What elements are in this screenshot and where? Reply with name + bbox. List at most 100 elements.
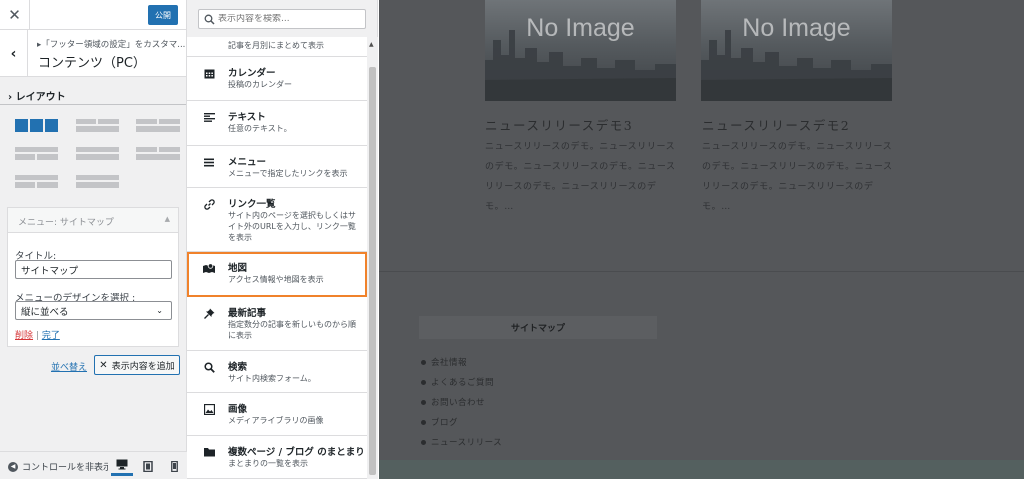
bullet-icon [421,399,426,405]
search-icon [204,14,215,25]
menu-widget-title: メニュー: サイトマップ [18,218,114,228]
title-input[interactable] [15,260,172,279]
delete-link[interactable]: 削除 [15,331,33,341]
menu-widget-panel: メニュー: サイトマップ ▲ タイトル: メニューのデザインを選択 : 縦に並べ… [7,207,179,347]
post-title[interactable]: ニュースリリースデモ2 [702,115,850,134]
widget-item-desc: 任意のテキスト。 [228,124,292,133]
widget-item-title: 検索 [228,362,248,373]
layout-option-top-bottom[interactable] [15,175,58,188]
widget-item-text[interactable]: テキスト 任意のテキスト。 [187,101,367,146]
hide-controls-label: コントロールを非表示 [22,463,108,473]
layout-option-2-col[interactable] [76,119,119,132]
pin-icon [203,307,215,319]
widget-search-input[interactable] [218,14,358,24]
text-icon [203,111,215,123]
publish-button[interactable]: 公開 [148,5,178,25]
preview-tablet-button[interactable] [137,456,159,476]
sitemap-list: 会社情報 よくあるご質問 お問い合わせ ブログ ニュースリリース [421,352,502,452]
widget-item-title: メニュー [228,157,267,168]
widget-item-image[interactable]: 画像 メディアライブラリの画像 [187,393,367,436]
preview-bottom-band [379,460,1024,479]
layout-option-wide-split[interactable] [136,119,180,132]
layout-option-rows[interactable] [76,147,119,160]
widget-item-search[interactable]: 検索 サイト内検索フォーム。 [187,351,367,393]
link-icon [203,198,215,210]
layout-option-stack[interactable] [15,147,58,160]
widget-item-archive[interactable]: 記事を月別にまとめて表示 [187,37,367,57]
widget-item-desc: 記事を月別にまとめて表示 [228,41,324,50]
menu-widget-header[interactable]: メニュー: サイトマップ ▲ [8,208,178,233]
widget-item-desc: サイト内のページを選択もしくはサイト外のURLを入力し、リンク一覧を表示 [228,211,356,242]
reorder-link[interactable]: 並べ替え [51,360,87,373]
close-customizer-button[interactable]: ✕ [0,0,30,30]
sitemap-link-label: よくあるご質問 [431,378,495,388]
widget-item-title: 複数ページ / ブログ のまとまり [228,447,365,458]
customizer-footer: ◀ コントロールを非表示 [0,451,187,479]
widget-item-desc: メニューで指定したリンクを表示 [228,169,348,178]
close-icon: ✕ [8,6,21,24]
post-excerpt: ニュースリリースのデモ。ニュースリリースのデモ。ニュースリリースのデモ。ニュース… [702,142,893,212]
widget-item-recent-posts[interactable]: 最新記事 指定数分の記事を新しいものから順に表示 [187,297,367,351]
post-thumbnail[interactable]: No Image [701,0,892,101]
menu-design-select[interactable]: 縦に並べる ⌄ [15,301,172,320]
divider [0,104,186,105]
bullet-icon [421,379,426,385]
sitemap-link[interactable]: お問い合わせ [421,392,502,412]
widget-item-page-list[interactable]: 複数ページ / ブログ のまとまり まとまりの一覧を表示 [187,436,367,479]
sitemap-link-label: お問い合わせ [431,398,486,408]
separator: | [35,331,39,341]
add-widget-label: 表示内容を追加 [111,361,175,372]
layout-option-wide-rows[interactable] [136,147,180,160]
footer-divider [379,271,1024,272]
sitemap-link[interactable]: ブログ [421,412,502,432]
bullet-icon [421,359,426,365]
done-link[interactable]: 完了 [42,331,60,341]
post-thumbnail[interactable]: No Image [485,0,676,101]
sitemap-link[interactable]: 会社情報 [421,352,502,372]
chevron-left-icon: ‹ [10,45,17,62]
scroll-up-arrow-icon[interactable]: ▲ [369,41,374,48]
widget-item-calendar[interactable]: カレンダー 投稿のカレンダー [187,57,367,101]
mobile-icon [170,460,178,472]
layout-option-3-col[interactable] [15,119,58,132]
map-icon [203,262,215,274]
menu-icon [203,156,215,168]
widget-item-title: 地図 [228,263,248,274]
add-widget-button[interactable]: ✕ 表示内容を追加 [94,355,180,375]
desktop-icon [116,459,128,470]
chevron-right-icon: › [8,92,13,103]
bullet-icon [421,419,426,425]
sitemap-link-label: 会社情報 [431,358,468,368]
back-button[interactable]: ‹ [0,30,28,77]
post-title[interactable]: ニュースリリースデモ3 [485,115,633,134]
widget-item-desc: 投稿のカレンダー [228,80,292,89]
widget-item-map[interactable]: 地図 アクセス情報や地図を表示 [187,252,367,297]
folder-icon [203,446,215,458]
section-header: ‹ ▸「フッター領域の設定」をカスタマ... コンテンツ（PC） [0,30,186,77]
widget-item-desc: 指定数分の記事を新しいものから順に表示 [228,320,356,340]
widget-item-menu[interactable]: メニュー メニューで指定したリンクを表示 [187,146,367,188]
preview-desktop-button[interactable] [111,456,133,476]
layout-option-single[interactable] [76,175,119,188]
widget-list: 記事を月別にまとめて表示 カレンダー 投稿のカレンダー テキスト 任意のテキスト… [187,37,367,479]
post-excerpt: ニュースリリースのデモ。ニュースリリースのデモ。ニュースリリースのデモ。ニュース… [485,142,676,212]
preview-mobile-button[interactable] [163,456,185,476]
sitemap-link[interactable]: ニュースリリース [421,432,502,452]
hide-controls-button[interactable]: ◀ コントロールを非表示 [8,460,108,473]
sitemap-link[interactable]: よくあるご質問 [421,372,502,392]
widget-item-desc: メディアライブラリの画像 [228,416,324,425]
scrollbar-thumb[interactable] [369,67,376,475]
widget-list-scrollbar[interactable]: ▲ [367,37,378,479]
collapse-arrow-icon[interactable]: ▲ [165,215,170,223]
search-icon [203,361,215,373]
widget-search-box[interactable] [198,9,366,29]
widget-actions: 削除 | 完了 [15,328,60,341]
section-title: コンテンツ（PC） [38,56,146,71]
widget-picker-panel: 記事を月別にまとめて表示 カレンダー 投稿のカレンダー テキスト 任意のテキスト… [187,0,378,479]
widget-item-desc: サイト内検索フォーム。 [228,374,316,383]
layout-section-title[interactable]: › レイアウト [8,88,66,103]
collapse-icon: ◀ [8,461,18,472]
customizer-panel: ✕ 公開 ‹ ▸「フッター領域の設定」をカスタマ... コンテンツ（PC） › … [0,0,187,479]
widget-item-desc: アクセス情報や地図を表示 [228,275,324,284]
widget-item-link-list[interactable]: リンク一覧 サイト内のページを選択もしくはサイト外のURLを入力し、リンク一覧を… [187,188,367,252]
